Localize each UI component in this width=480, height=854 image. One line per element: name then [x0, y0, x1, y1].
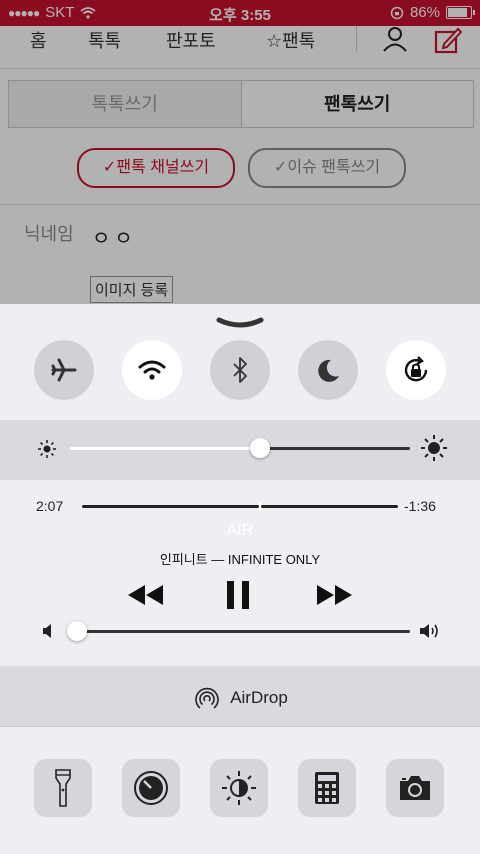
night-shift-icon: [222, 771, 256, 805]
pause-icon[interactable]: [224, 579, 252, 611]
control-center: 2:07 -1:36 AIR 인피니트 — INFINITE ONLY AirD…: [0, 304, 480, 854]
bluetooth-toggle[interactable]: [210, 340, 270, 400]
rotation-lock-icon: [404, 356, 428, 382]
volume-knob[interactable]: [66, 621, 87, 641]
brightness-band: [0, 420, 480, 480]
airplane-icon: [51, 358, 77, 382]
tools-divider: [0, 726, 480, 727]
song-title: AIR: [226, 522, 254, 539]
camera-button[interactable]: [386, 759, 444, 817]
remaining-time: -1:36: [404, 498, 436, 514]
dismiss-grabber-icon[interactable]: [216, 316, 264, 332]
airplane-mode-toggle[interactable]: [34, 340, 94, 400]
brightness-track-filled: [70, 447, 261, 450]
rewind-icon[interactable]: [126, 582, 166, 608]
rotation-lock-toggle[interactable]: [386, 340, 446, 400]
airdrop-band[interactable]: AirDrop: [0, 666, 480, 726]
calculator-button[interactable]: [298, 759, 356, 817]
volume-high-icon: [420, 624, 438, 638]
brightness-track[interactable]: [260, 447, 410, 450]
wifi-toggle[interactable]: [122, 340, 182, 400]
brightness-low-icon: [38, 440, 56, 458]
fast-forward-icon[interactable]: [314, 582, 354, 608]
scrubber-remaining: [260, 505, 398, 508]
timer-button[interactable]: [122, 759, 180, 817]
volume-low-icon: [43, 624, 51, 638]
camera-icon: [400, 776, 430, 800]
volume-track[interactable]: [76, 630, 410, 633]
moon-icon: [318, 359, 339, 382]
flashlight-icon: [55, 769, 71, 807]
airdrop-icon: [195, 687, 219, 709]
wifi-icon: [138, 360, 166, 380]
do-not-disturb-toggle[interactable]: [298, 340, 358, 400]
scrubber-played: [82, 505, 259, 508]
brightness-high-icon: [421, 435, 447, 461]
night-shift-button[interactable]: [210, 759, 268, 817]
elapsed-time: 2:07: [36, 498, 64, 514]
bluetooth-icon: [233, 357, 247, 383]
airdrop-label: AirDrop: [230, 688, 288, 707]
timer-icon: [134, 771, 168, 805]
artist-album: 인피니트 — INFINITE ONLY: [159, 552, 321, 567]
calculator-icon: [315, 772, 339, 804]
flashlight-button[interactable]: [34, 759, 92, 817]
